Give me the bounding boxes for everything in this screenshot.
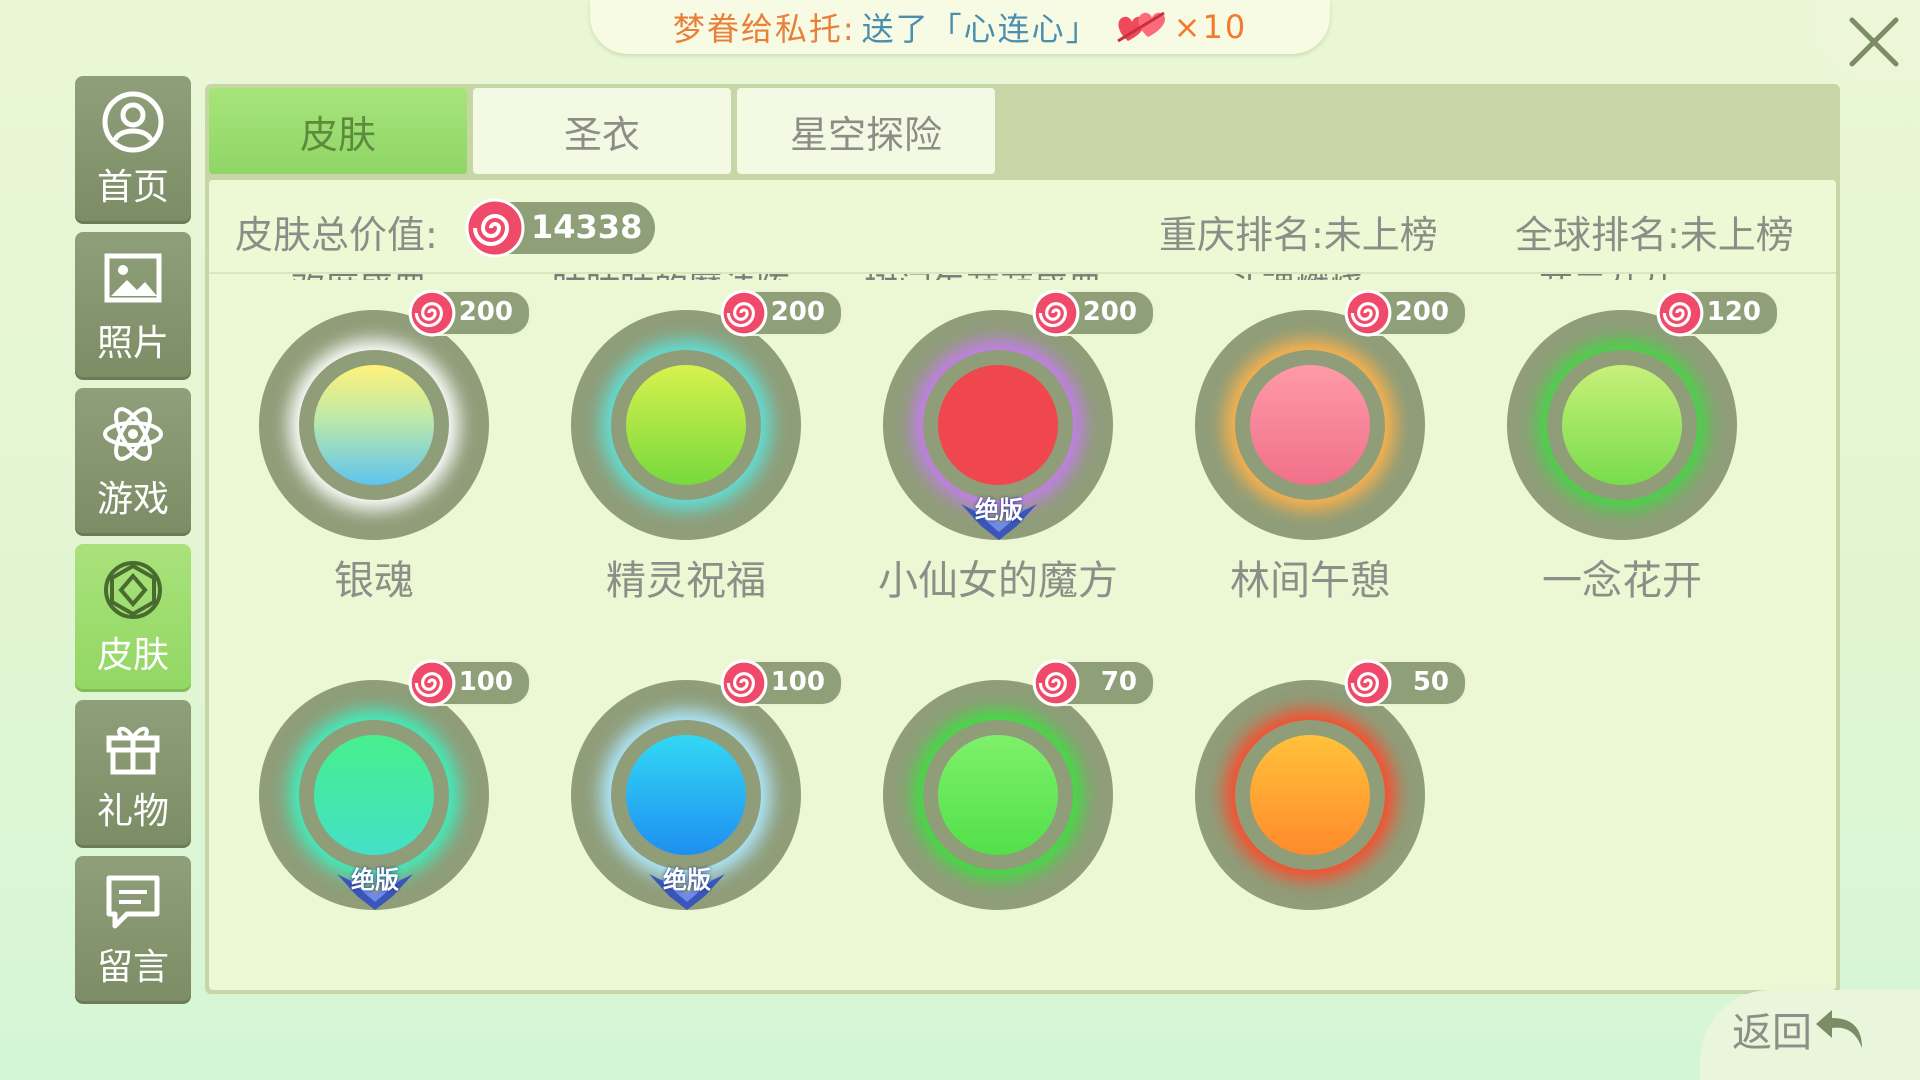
hearts-icon bbox=[1114, 7, 1168, 47]
return-arrow-icon bbox=[1816, 1010, 1862, 1048]
tab-star-adventure[interactable]: 星空探险 bbox=[737, 88, 995, 174]
sidebar-item-label: 留言 bbox=[96, 947, 169, 988]
skin-item[interactable]: 200 精灵祝福 bbox=[521, 224, 843, 604]
skin-name: 一念花开 bbox=[1542, 558, 1702, 604]
skin-ball bbox=[314, 365, 434, 485]
candy-icon bbox=[720, 659, 768, 707]
skin-price: 100 bbox=[458, 667, 513, 697]
sidebar-item-label: 礼物 bbox=[96, 791, 169, 832]
sidebar-item-home[interactable]: 首页 bbox=[75, 76, 191, 224]
candy-icon bbox=[408, 659, 456, 707]
candy-icon bbox=[1344, 289, 1392, 337]
skin-item[interactable]: 100 绝版 bbox=[521, 594, 843, 954]
sidebar-item-gifts[interactable]: 礼物 bbox=[75, 700, 191, 848]
notice-sender: 梦眷给私托: bbox=[672, 10, 856, 48]
skin-ball bbox=[938, 735, 1058, 855]
gem-icon bbox=[104, 561, 162, 619]
skin-item[interactable]: 200 林间午憩 bbox=[1145, 224, 1467, 604]
skin-ball bbox=[626, 735, 746, 855]
skin-grid: 200 银魂 200 精灵祝福 200 绝版 小仙女的魔方 200 林间午憩 120 一念花开 100… bbox=[209, 180, 1836, 990]
skin-ball bbox=[1250, 735, 1370, 855]
candy-icon bbox=[1032, 289, 1080, 337]
sidebar-item-games[interactable]: 游戏 bbox=[75, 388, 191, 536]
skin-price-badge: 200 bbox=[408, 289, 531, 337]
skin-price-badge: 200 bbox=[1344, 289, 1467, 337]
skin-price: 120 bbox=[1706, 297, 1761, 327]
candy-icon bbox=[1656, 289, 1704, 337]
sidebar-item-label: 首页 bbox=[96, 167, 169, 208]
atom-icon bbox=[103, 407, 163, 461]
skin-price: 200 bbox=[1082, 297, 1137, 327]
skin-ball bbox=[314, 735, 434, 855]
skin-ball bbox=[1562, 365, 1682, 485]
skin-ball bbox=[1250, 365, 1370, 485]
skin-price: 200 bbox=[1394, 297, 1449, 327]
tab-holy-clothes[interactable]: 圣衣 bbox=[473, 88, 731, 174]
skin-item[interactable]: 200 绝版 小仙女的魔方 bbox=[833, 224, 1155, 604]
skin-price: 70 bbox=[1100, 667, 1137, 697]
skin-item[interactable]: 70 bbox=[833, 594, 1155, 954]
close-button[interactable] bbox=[1810, 0, 1920, 80]
limited-edition-badge: 绝版 bbox=[327, 856, 423, 912]
skin-ball bbox=[626, 365, 746, 485]
skins-content[interactable]: 欢度盛典 咕咕咕的魔法阵 树间午萌萌盛典 斗魂燃烧 花元朵朵 皮肤总价值: 14… bbox=[209, 180, 1836, 990]
skin-item[interactable]: 120 一念花开 bbox=[1457, 224, 1779, 604]
sidebar: 首页 照片 游戏 皮肤 礼物 留言 bbox=[75, 76, 191, 1012]
skin-ball bbox=[938, 365, 1058, 485]
skin-price-badge: 100 bbox=[408, 659, 531, 707]
skin-price: 200 bbox=[458, 297, 513, 327]
gift-icon bbox=[106, 726, 160, 775]
badge-label: 绝版 bbox=[351, 866, 399, 894]
skin-price-badge: 200 bbox=[1032, 289, 1155, 337]
candy-icon bbox=[408, 289, 456, 337]
notice-action: 送了「心连心」 bbox=[861, 10, 1100, 48]
skin-price-badge: 200 bbox=[720, 289, 843, 337]
notice-count: ×10 bbox=[1173, 8, 1248, 46]
main-panel: 皮肤 圣衣 星空探险 欢度盛典 咕咕咕的魔法阵 树间午萌萌盛典 斗魂燃烧 花元朵… bbox=[205, 84, 1840, 994]
skin-price-badge: 120 bbox=[1656, 289, 1779, 337]
sidebar-item-label: 游戏 bbox=[96, 479, 169, 520]
limited-edition-badge: 绝版 bbox=[639, 856, 735, 912]
sidebar-item-label: 皮肤 bbox=[96, 635, 169, 676]
badge-label: 绝版 bbox=[663, 866, 711, 894]
sidebar-item-label: 照片 bbox=[96, 323, 169, 364]
close-icon bbox=[1849, 17, 1899, 67]
back-label: 返回 bbox=[1732, 1010, 1812, 1056]
sidebar-item-skins[interactable]: 皮肤 bbox=[75, 544, 191, 692]
back-button[interactable]: 返回 bbox=[1732, 1000, 1868, 1058]
skin-item[interactable]: 50 bbox=[1145, 594, 1467, 954]
skin-price: 200 bbox=[770, 297, 825, 327]
skin-price-badge: 100 bbox=[720, 659, 843, 707]
photo-icon bbox=[104, 253, 162, 303]
skin-item[interactable]: 100 绝版 bbox=[209, 594, 531, 954]
gift-notice: 梦眷给私托: 送了「心连心」 ×10 bbox=[590, 0, 1330, 54]
user-icon bbox=[102, 91, 164, 153]
skin-price-badge: 50 bbox=[1344, 659, 1467, 707]
skin-price-badge: 70 bbox=[1032, 659, 1155, 707]
candy-icon bbox=[1344, 659, 1392, 707]
skin-item[interactable]: 200 银魂 bbox=[209, 224, 531, 604]
sidebar-item-photos[interactable]: 照片 bbox=[75, 232, 191, 380]
sidebar-item-messages[interactable]: 留言 bbox=[75, 856, 191, 1004]
badge-label: 绝版 bbox=[975, 496, 1023, 524]
skin-price: 50 bbox=[1412, 667, 1449, 697]
skin-price: 100 bbox=[770, 667, 825, 697]
candy-icon bbox=[720, 289, 768, 337]
limited-edition-badge: 绝版 bbox=[951, 486, 1047, 542]
candy-icon bbox=[1032, 659, 1080, 707]
tab-skins[interactable]: 皮肤 bbox=[209, 88, 467, 174]
message-icon bbox=[106, 875, 160, 929]
